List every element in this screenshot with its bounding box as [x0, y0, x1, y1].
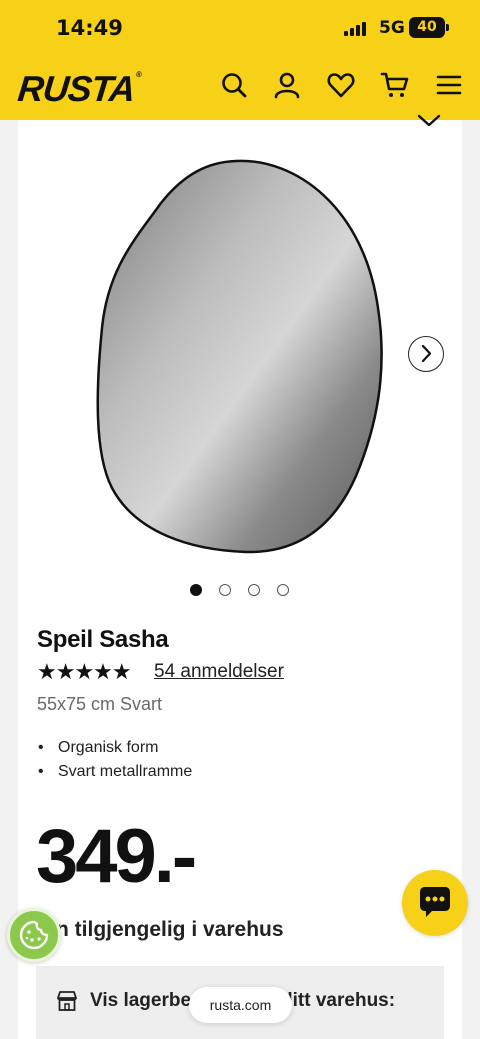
status-time: 14:49 [56, 16, 123, 40]
reviews-link[interactable]: 54 anmeldelser [154, 661, 284, 683]
top-bar: 14:49 5G 40 RUSTA® [0, 0, 480, 120]
store-icon [57, 991, 77, 1011]
stock-check-label-start: Vis lagerbe [90, 990, 192, 1011]
search-icon[interactable] [219, 70, 249, 100]
cookie-icon [19, 920, 49, 950]
network-type: 5G [379, 18, 405, 38]
chevron-down-icon[interactable] [416, 112, 442, 132]
stock-check-label-end: ditt varehus: [281, 990, 396, 1011]
gallery-dot[interactable] [248, 584, 260, 596]
product-variant: 55x75 cm Svart [37, 694, 163, 714]
gallery-dot[interactable] [277, 584, 289, 596]
product-name: Speil Sasha [37, 626, 169, 653]
product-price: 349.- [36, 814, 197, 899]
chevron-right-icon [421, 344, 432, 363]
gallery-next-button[interactable] [408, 336, 444, 372]
heart-icon[interactable] [326, 70, 356, 100]
rusta-logo[interactable]: RUSTA® [16, 68, 142, 110]
signal-icon [344, 22, 370, 36]
list-item: Svart metallramme [38, 760, 192, 784]
product-image[interactable] [96, 158, 388, 554]
battery-icon: 40 [409, 17, 445, 38]
cookie-settings-button[interactable] [7, 908, 61, 962]
availability-heading: n tilgjengelig i varehus [56, 918, 284, 941]
logo-text: RUSTA [15, 68, 137, 109]
account-icon[interactable] [272, 70, 302, 100]
gallery-dots [190, 584, 310, 598]
menu-icon[interactable] [434, 70, 464, 100]
gallery-dot[interactable] [190, 584, 202, 596]
logo-registered-mark: ® [135, 70, 142, 79]
list-item: Organisk form [38, 736, 192, 760]
cart-icon[interactable] [380, 70, 410, 100]
battery-tip [446, 24, 449, 31]
url-bar[interactable]: rusta.com [189, 987, 292, 1023]
gallery-dot[interactable] [219, 584, 231, 596]
status-bar: 14:49 5G 40 [0, 0, 480, 58]
chat-icon [420, 887, 450, 917]
chat-button[interactable] [402, 870, 468, 936]
rating-stars: ★★★★★ [37, 660, 132, 685]
feature-list: Organisk form Svart metallramme [38, 736, 192, 784]
